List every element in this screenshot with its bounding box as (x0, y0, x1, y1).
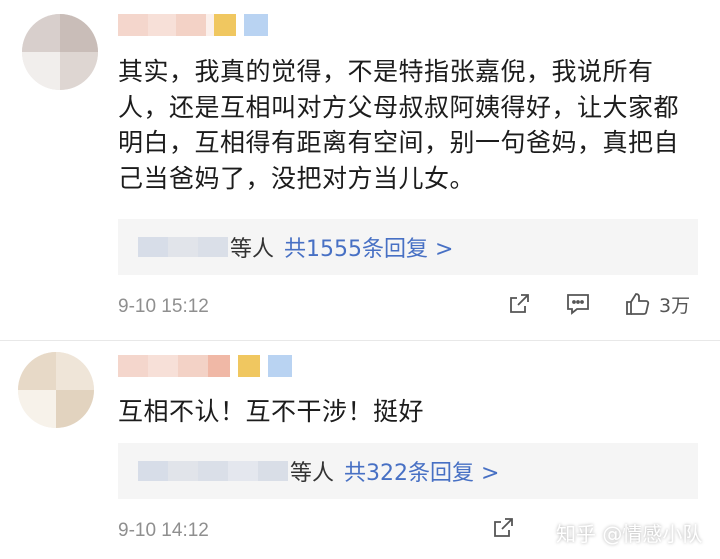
username-blurred[interactable] (118, 355, 292, 377)
comment-line: 互相不认！互不干涉！挺好 (118, 397, 425, 426)
comment-line: 人，还是互相叫对方父母叔叔阿姨得好，让大家都 (118, 92, 680, 122)
comment-icon (567, 294, 589, 315)
comment-text: 互相不认！互不干涉！挺好 (118, 394, 708, 430)
comment-line: 明白，互相得有距离有空间，别一句爸妈，真把自 (118, 128, 680, 157)
view-replies-link[interactable]: 共322条回复 > (344, 455, 499, 487)
replier-names-blurred (138, 237, 228, 257)
share-icon (510, 294, 529, 313)
watermark: 知乎 @情感小队 (556, 522, 703, 546)
like-count: 3万 (659, 294, 691, 317)
like-icon (626, 293, 650, 315)
view-replies-link[interactable]: 共1555条回复 > (284, 231, 453, 263)
share-icon (494, 518, 513, 537)
replier-names-blurred (138, 461, 288, 481)
comment-text: 其实，我真的觉得，不是特指张嘉倪，我说所有 人，还是互相叫对方父母叔叔阿姨得好，… (118, 54, 708, 196)
share-button[interactable] (507, 292, 531, 316)
comment-line: 己当爸妈了，没把对方当儿女。 (118, 163, 476, 193)
like-button[interactable]: 3万 (623, 290, 690, 318)
replies-preview[interactable]: 等人 共322条回复 > (118, 443, 698, 499)
reply-button[interactable] (565, 292, 591, 316)
comment-time: 9-10 14:12 (118, 520, 209, 541)
avatar[interactable] (22, 14, 98, 90)
comment-item: 互相不认！互不干涉！挺好 等人 共322条回复 > 9-10 14:12 知乎 … (0, 340, 720, 559)
reply-suffix: 等人 (290, 461, 335, 486)
username-blurred[interactable] (118, 14, 268, 36)
comment-item: 其实，我真的觉得，不是特指张嘉倪，我说所有 人，还是互相叫对方父母叔叔阿姨得好，… (0, 0, 720, 340)
replies-preview[interactable]: 等人 共1555条回复 > (118, 219, 698, 275)
share-button[interactable] (491, 516, 515, 540)
comment-line: 其实，我真的觉得，不是特指张嘉倪，我说所有 (118, 57, 654, 86)
avatar[interactable] (18, 352, 94, 428)
reply-suffix: 等人 (230, 237, 275, 262)
comment-time: 9-10 15:12 (118, 296, 209, 317)
